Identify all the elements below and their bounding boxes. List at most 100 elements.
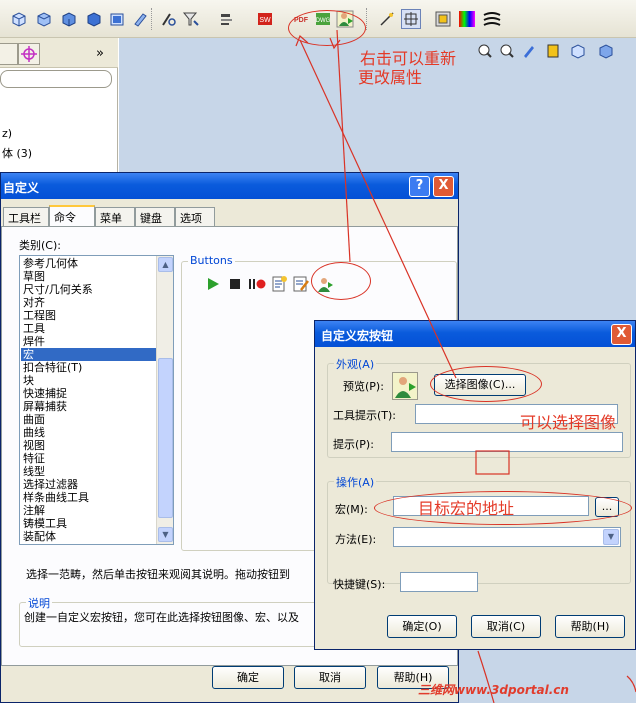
watermark: 三维网www.3dportal.cn (418, 683, 569, 697)
run-macro-icon[interactable] (204, 275, 222, 293)
annotation-text: 目标宏的地址 (418, 499, 515, 518)
sketch-pressed-icon[interactable] (401, 9, 421, 29)
color-icon[interactable] (458, 10, 476, 28)
view-front-icon[interactable] (10, 10, 28, 28)
list-item-selected[interactable]: 宏 (21, 348, 156, 361)
more-tabs-icon[interactable]: » (96, 46, 104, 61)
close-icon[interactable]: X (611, 324, 632, 345)
list-item[interactable]: 选择过滤器 (23, 478, 78, 491)
annotation-ellipse (311, 262, 371, 300)
panel-tabs: » (0, 38, 118, 68)
smart-dimension-icon[interactable] (378, 10, 396, 28)
tab-keyboard[interactable]: 键盘 (135, 207, 175, 226)
appearance-group-label: 外观(A) (334, 356, 377, 372)
tooltip-label: 工具提示(T): (333, 409, 397, 422)
scroll-thumb[interactable] (158, 358, 173, 518)
stop-macro-icon[interactable] (226, 275, 244, 293)
preview-label: 预览(P): (343, 380, 384, 393)
view-left-icon[interactable] (60, 10, 78, 28)
appearance-icon[interactable] (434, 10, 452, 28)
list-item[interactable]: 线型 (23, 465, 45, 478)
tab-options[interactable]: 选项 (175, 207, 215, 226)
category-list[interactable]: 参考几何体 草图 尺寸/几何关系 对齐 工程图 工具 焊件 宏 扣合特征(T) … (19, 255, 174, 545)
list-item[interactable]: 块 (23, 374, 34, 387)
zoom-fit-icon[interactable] (478, 44, 492, 58)
ok-button[interactable]: 确定 (212, 666, 284, 689)
filter-icon[interactable] (182, 10, 200, 28)
list-item[interactable]: 装配体 (23, 530, 56, 543)
list-item[interactable]: 扣合特征(T) (23, 361, 82, 374)
list-item[interactable]: 曲面 (23, 413, 45, 426)
list-item[interactable]: 快速捕捉 (23, 387, 67, 400)
record-macro-icon[interactable] (248, 275, 266, 293)
view-heads-up-toolbar (472, 42, 636, 62)
chevron-down-icon[interactable]: ▼ (603, 529, 619, 545)
scroll-down-icon[interactable]: ▼ (158, 527, 173, 542)
list-item[interactable]: 工具 (23, 322, 45, 335)
list-item[interactable]: 对齐 (23, 296, 45, 309)
list-item[interactable]: 草图 (23, 270, 45, 283)
method-label: 方法(E): (335, 533, 377, 546)
config-tab[interactable] (0, 43, 18, 65)
tab-toolbars[interactable]: 工具栏 (3, 207, 49, 226)
view-top-icon[interactable] (108, 10, 126, 28)
view-back-icon[interactable] (35, 10, 53, 28)
dim-xpert-tab[interactable] (18, 43, 40, 65)
ok-button[interactable]: 确定(O) (387, 615, 457, 638)
tree-filter-input[interactable] (0, 70, 112, 88)
tab-menus[interactable]: 菜单 (95, 207, 135, 226)
close-icon[interactable]: X (433, 176, 454, 197)
list-item[interactable]: 参考几何体 (23, 257, 78, 270)
customize-titlebar[interactable]: 自定义 ? X (1, 173, 458, 199)
shortcut-label: 快捷键(S): (333, 578, 386, 591)
help-button[interactable]: 帮助(H) (555, 615, 625, 638)
annotation-text: 可以选择图像 (520, 413, 617, 432)
list-item[interactable]: 特征 (23, 452, 45, 465)
display-style-icon[interactable] (599, 44, 613, 59)
buttons-group-label: Buttons (188, 254, 235, 267)
view-iso-icon[interactable] (131, 10, 149, 28)
new-macro-icon[interactable] (270, 275, 288, 293)
previous-view-icon[interactable] (524, 46, 534, 58)
edit-macro-icon[interactable] (292, 275, 310, 293)
category-scrollbar[interactable]: ▲ ▼ (156, 256, 173, 544)
svg-text:SW: SW (259, 17, 271, 24)
macro-label: 宏(M): (335, 503, 368, 516)
cancel-button[interactable]: 取消 (294, 666, 366, 689)
list-item[interactable]: 样条曲线工具 (23, 491, 89, 504)
shortcut-input[interactable] (400, 572, 478, 592)
tree-item[interactable]: z) (2, 127, 12, 140)
category-label: 类别(C): (19, 239, 61, 252)
layer-icon[interactable] (218, 10, 236, 28)
list-item[interactable]: 工程图 (23, 309, 56, 322)
list-item[interactable]: 曲线 (23, 426, 45, 439)
scroll-up-icon[interactable]: ▲ (158, 257, 173, 272)
method-select[interactable]: ▼ (393, 527, 621, 547)
list-item[interactable]: 注解 (23, 504, 45, 517)
cancel-button[interactable]: 取消(C) (471, 615, 541, 638)
action-group-label: 操作(A) (334, 474, 377, 490)
annotation-text: 更改属性 (358, 68, 423, 87)
annotation-ellipse (430, 366, 542, 402)
view-right-icon[interactable] (85, 10, 103, 28)
preview-image (392, 372, 418, 400)
zoom-area-icon[interactable] (500, 44, 514, 58)
view-orientation-icon[interactable] (571, 44, 585, 59)
section-view-icon[interactable] (547, 44, 559, 58)
help-icon[interactable]: ? (409, 176, 430, 197)
list-item[interactable]: 屏幕捕获 (23, 400, 67, 413)
sketch-icon[interactable] (160, 10, 178, 28)
prompt-label: 提示(P): (333, 438, 374, 451)
solidworks-icon[interactable]: SW (256, 10, 274, 28)
annotation-ellipse (288, 10, 366, 46)
dialog-title: 自定义 (3, 181, 40, 195)
prompt-input[interactable] (391, 432, 623, 452)
tree-item[interactable]: 体 (3) (2, 145, 32, 161)
macro-dialog-titlebar[interactable]: 自定义宏按钮 X (315, 321, 635, 347)
list-item[interactable]: 铸模工具 (23, 517, 67, 530)
list-item[interactable]: 视图 (23, 439, 45, 452)
list-item[interactable]: 尺寸/几何关系 (23, 283, 93, 296)
list-item[interactable]: 焊件 (23, 335, 45, 348)
tab-commands[interactable]: 命令 (49, 205, 95, 227)
zebra-icon[interactable] (483, 10, 501, 28)
